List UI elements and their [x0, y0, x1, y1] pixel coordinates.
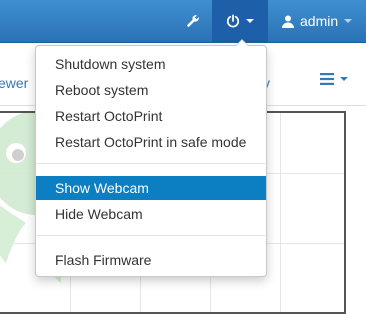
user-icon [282, 15, 294, 28]
chevron-down-icon [340, 77, 348, 81]
top-navbar: admin [0, 0, 366, 43]
settings-button[interactable] [175, 0, 211, 42]
menu-item-shutdown-system[interactable]: Shutdown system [36, 52, 266, 76]
power-dropdown-menu: Shutdown system Reboot system Restart Oc… [35, 39, 267, 277]
power-icon [226, 14, 240, 28]
user-name-label: admin [300, 13, 339, 29]
power-menu-button[interactable] [212, 0, 268, 42]
menu-item-restart-safe-mode[interactable]: Restart OctoPrint in safe mode [36, 130, 266, 154]
menu-divider [37, 235, 265, 236]
chevron-down-icon [344, 19, 353, 23]
menu-item-restart-octoprint[interactable]: Restart OctoPrint [36, 104, 266, 128]
menu-divider [37, 163, 265, 164]
tab-viewer[interactable]: ewer [0, 75, 28, 91]
menu-item-flash-firmware[interactable]: Flash Firmware [36, 248, 266, 272]
grid-line [280, 113, 281, 312]
wrench-icon [187, 15, 199, 27]
menu-item-hide-webcam[interactable]: Hide Webcam [36, 202, 266, 226]
menu-item-show-webcam[interactable]: Show Webcam [36, 176, 266, 200]
tab-overflow-menu-button[interactable] [320, 73, 348, 85]
chevron-down-icon [246, 19, 254, 23]
list-icon [320, 73, 334, 85]
user-menu-button[interactable]: admin [272, 0, 366, 42]
menu-item-reboot-system[interactable]: Reboot system [36, 78, 266, 102]
